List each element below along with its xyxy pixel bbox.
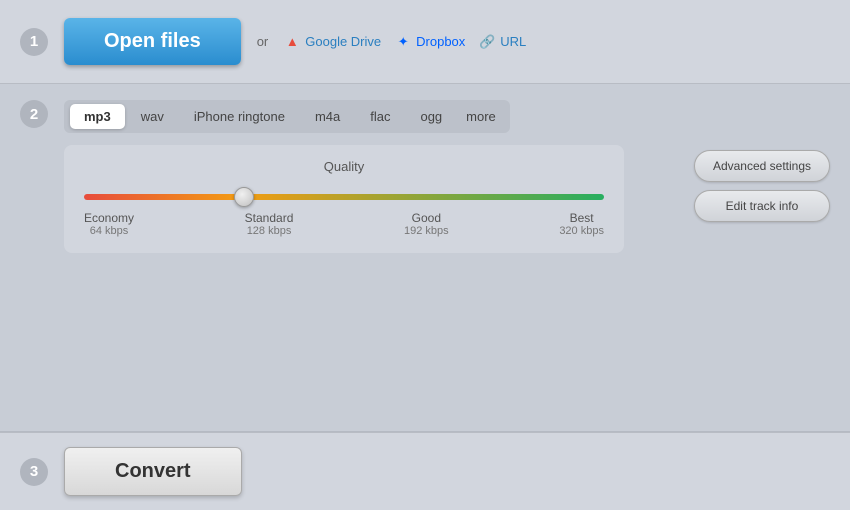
cloud-links: ▲ Google Drive ✦ Dropbox 🔗 URL: [284, 34, 526, 50]
format-tabs: mp3 wav iPhone ringtone m4a flac ogg mor…: [64, 100, 510, 133]
step-3-circle: 3: [20, 458, 48, 486]
tab-m4a[interactable]: m4a: [301, 104, 354, 129]
quality-good-kbps: 192 kbps: [404, 225, 449, 237]
quality-economy-kbps: 64 kbps: [90, 225, 129, 237]
right-buttons: Advanced settings Edit track info: [694, 100, 830, 222]
quality-economy-name: Economy: [84, 211, 134, 225]
quality-best-name: Best: [570, 211, 594, 225]
edit-track-info-button[interactable]: Edit track info: [694, 190, 830, 222]
section-2-content: mp3 wav iPhone ringtone m4a flac ogg mor…: [64, 100, 678, 253]
tab-iphone-ringtone[interactable]: iPhone ringtone: [180, 104, 299, 129]
quality-best-kbps: 320 kbps: [559, 225, 604, 237]
google-drive-icon: ▲: [284, 34, 300, 50]
tab-mp3[interactable]: mp3: [70, 104, 125, 129]
more-select[interactable]: more aac wma aiff: [458, 104, 504, 129]
advanced-settings-button[interactable]: Advanced settings: [694, 150, 830, 182]
convert-button[interactable]: Convert: [64, 447, 242, 496]
quality-economy: Economy 64 kbps: [84, 211, 134, 237]
quality-good: Good 192 kbps: [404, 211, 449, 237]
dropbox-link[interactable]: ✦ Dropbox: [395, 34, 465, 50]
step-1-circle: 1: [20, 28, 48, 56]
tab-flac[interactable]: flac: [356, 104, 404, 129]
url-link[interactable]: 🔗 URL: [479, 34, 526, 50]
slider-container: [84, 188, 604, 203]
quality-labels: Economy 64 kbps Standard 128 kbps Good 1…: [84, 211, 604, 237]
quality-standard-name: Standard: [245, 211, 294, 225]
url-icon: 🔗: [479, 34, 495, 50]
step-2-circle: 2: [20, 100, 48, 128]
url-label: URL: [500, 34, 526, 49]
quality-standard: Standard 128 kbps: [245, 211, 294, 237]
google-drive-label: Google Drive: [305, 34, 381, 49]
quality-panel: Quality Economy 64 kbps Standard 128 kbp…: [64, 145, 624, 253]
quality-title: Quality: [84, 159, 604, 174]
open-files-button[interactable]: Open files: [64, 18, 241, 65]
tab-ogg[interactable]: ogg: [406, 104, 456, 129]
tab-wav[interactable]: wav: [127, 104, 178, 129]
quality-standard-kbps: 128 kbps: [247, 225, 292, 237]
quality-slider[interactable]: [84, 194, 604, 200]
section-2: 2 mp3 wav iPhone ringtone m4a flac ogg m…: [0, 84, 850, 432]
or-text: or: [257, 34, 269, 49]
app-container: 1 Open files or ▲ Google Drive ✦ Dropbox…: [0, 0, 850, 510]
google-drive-link[interactable]: ▲ Google Drive: [284, 34, 381, 50]
dropbox-label: Dropbox: [416, 34, 465, 49]
dropbox-icon: ✦: [395, 34, 411, 50]
section-3: 3 Convert: [0, 432, 850, 510]
section-1: 1 Open files or ▲ Google Drive ✦ Dropbox…: [0, 0, 850, 84]
quality-best: Best 320 kbps: [559, 211, 604, 237]
quality-good-name: Good: [412, 211, 441, 225]
